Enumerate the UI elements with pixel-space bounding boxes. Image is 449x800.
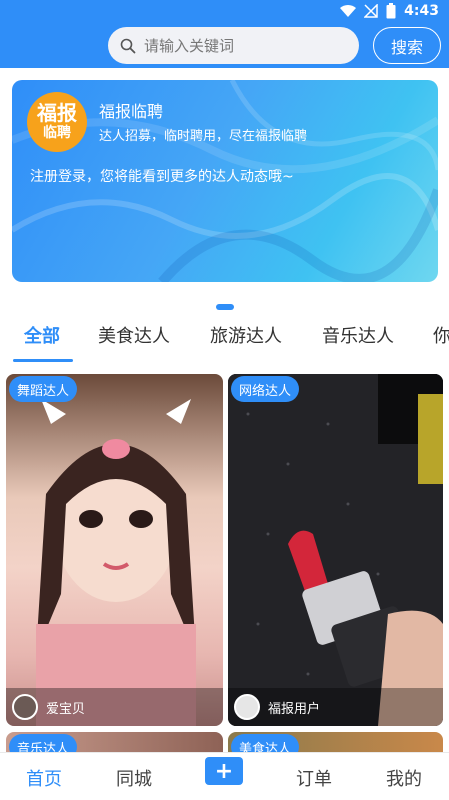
banner-subtitle: 达人招募，临时聘用，尽在福报临聘 bbox=[99, 129, 308, 144]
tab-more[interactable]: 你 bbox=[433, 322, 449, 348]
search-placeholder: 请输入关键词 bbox=[144, 37, 235, 55]
nav-home[interactable]: 首页 bbox=[26, 765, 62, 791]
promo-banner[interactable]: 福报 临聘 福报临聘 达人招募，临时聘用，尽在福报临聘 注册登录，您将能看到更多… bbox=[12, 80, 438, 282]
wifi-icon bbox=[340, 4, 357, 18]
search-input[interactable]: 请输入关键词 bbox=[108, 27, 359, 64]
avatar bbox=[234, 694, 260, 720]
status-time: 4:43 bbox=[404, 3, 439, 19]
nav-orders[interactable]: 订单 bbox=[296, 765, 332, 791]
card-category-tag: 网络达人 bbox=[231, 376, 300, 402]
category-tabs: 全部 美食达人 旅游达人 音乐达人 你 bbox=[0, 316, 449, 362]
banner-description: 注册登录，您将能看到更多的达人动态哦~ bbox=[30, 169, 294, 185]
tab-food[interactable]: 美食达人 bbox=[98, 322, 170, 348]
logo-text-bottom: 临聘 bbox=[43, 125, 71, 141]
status-bar: 4:43 bbox=[0, 0, 449, 24]
active-tab-indicator bbox=[13, 359, 73, 362]
tab-music[interactable]: 音乐达人 bbox=[322, 322, 394, 348]
carousel-indicator bbox=[216, 304, 234, 310]
nav-local[interactable]: 同城 bbox=[116, 765, 152, 791]
battery-icon bbox=[386, 3, 396, 19]
no-signal-icon bbox=[364, 4, 378, 18]
card-photo bbox=[36, 399, 196, 726]
avatar bbox=[12, 694, 38, 720]
card-photo bbox=[228, 374, 443, 726]
brand-logo: 福报 临聘 bbox=[27, 92, 87, 152]
nav-mine[interactable]: 我的 bbox=[386, 765, 422, 791]
card-footer: 爱宝贝 bbox=[6, 688, 223, 726]
card-category-tag: 舞蹈达人 bbox=[9, 376, 78, 402]
card-username: 福报用户 bbox=[268, 701, 321, 717]
banner-title: 福报临聘 bbox=[99, 102, 164, 121]
header: 请输入关键词 搜索 bbox=[0, 24, 449, 68]
card-footer: 福报用户 bbox=[228, 688, 443, 726]
tab-all[interactable]: 全部 bbox=[24, 322, 60, 348]
add-post-button[interactable]: + bbox=[205, 757, 243, 785]
status-icons: 4:43 bbox=[340, 3, 439, 19]
bottom-nav: 首页 同城 + 订单 我的 bbox=[0, 752, 449, 800]
talent-card[interactable]: 舞蹈达人 爱宝贝 bbox=[6, 374, 223, 726]
talent-card[interactable]: 网络达人 福报用户 bbox=[228, 374, 443, 726]
search-icon bbox=[120, 38, 136, 53]
tab-travel[interactable]: 旅游达人 bbox=[210, 322, 282, 348]
search-button[interactable]: 搜索 bbox=[373, 27, 441, 64]
logo-text-top: 福报 bbox=[37, 101, 77, 125]
card-username: 爱宝贝 bbox=[46, 701, 86, 717]
